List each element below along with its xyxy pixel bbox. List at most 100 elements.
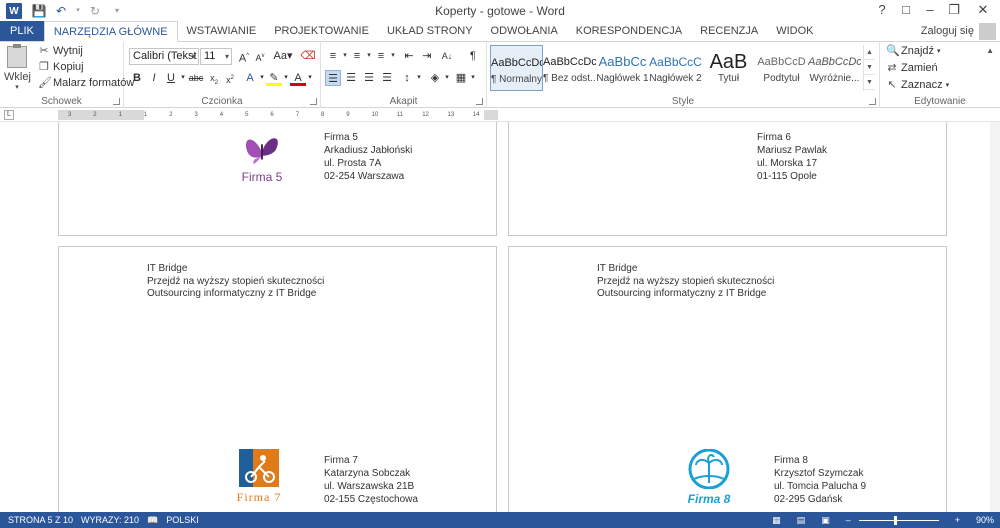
- restore-button[interactable]: ❐: [942, 0, 966, 22]
- styles-launcher-icon[interactable]: [869, 98, 876, 105]
- document-area[interactable]: Firma 5 Firma 5 Arkadiusz Jabłoński ul. …: [0, 122, 1000, 512]
- tab-view[interactable]: WIDOK: [767, 21, 822, 41]
- style-heading-1[interactable]: AaBbCc Nagłówek 1: [596, 45, 649, 91]
- styles-gallery: AaBbCcDc ¶ Normalny AaBbCcDc ¶ Bez odst.…: [490, 45, 877, 93]
- style-normal[interactable]: AaBbCcDc ¶ Normalny: [490, 45, 543, 91]
- pilcrow-icon[interactable]: ¶: [465, 48, 481, 64]
- close-button[interactable]: ✕: [966, 0, 1000, 22]
- clipboard-launcher-icon[interactable]: [113, 98, 120, 105]
- word-count[interactable]: WYRAZY: 210: [81, 515, 139, 525]
- replace-button[interactable]: ⇄ Zamień: [886, 62, 937, 74]
- tab-insert[interactable]: WSTAWIANIE: [178, 21, 266, 41]
- tab-file[interactable]: PLIK: [0, 21, 44, 41]
- copy-button[interactable]: ❐ Kopiuj: [38, 61, 84, 73]
- align-left-icon[interactable]: ☰: [325, 70, 341, 86]
- editing-group-label: Edytowanie: [914, 96, 966, 107]
- language-indicator[interactable]: POLSKI: [166, 515, 199, 525]
- zoom-in-icon[interactable]: +: [955, 515, 960, 525]
- tab-home[interactable]: NARZĘDZIA GŁÓWNE: [43, 21, 178, 42]
- font-color-dropdown-icon[interactable]: ▾: [302, 70, 318, 86]
- save-icon[interactable]: 💾: [30, 3, 48, 19]
- read-mode-icon[interactable]: ▦: [772, 515, 781, 526]
- tab-references[interactable]: ODWOŁANIA: [482, 21, 567, 41]
- justify-icon[interactable]: ☰: [379, 70, 395, 86]
- zoom-out-icon[interactable]: –: [846, 515, 851, 525]
- status-right: ▦ ▤ ▣ – + 90%: [764, 512, 994, 528]
- gallery-up-icon[interactable]: ▲: [864, 45, 875, 60]
- style-subtitle[interactable]: AaBbCcD Podtytuł: [755, 45, 808, 91]
- horizontal-ruler[interactable]: 3 2 1 1 2 3 4 5 6 7 8 9 10 11 12 13 14: [58, 110, 498, 120]
- envelope-card: Firma 6 Mariusz Pawlak ul. Morska 17 01-…: [508, 122, 947, 236]
- style-emphasis[interactable]: AaBbCcDc Wyróżnie...: [808, 45, 861, 91]
- increase-indent-icon[interactable]: ⇥: [419, 48, 435, 64]
- avatar[interactable]: [979, 23, 996, 40]
- subscript-icon[interactable]: x2: [206, 70, 222, 86]
- superscript-icon[interactable]: x2: [222, 70, 238, 86]
- envelope-card: IT Bridge Przejdź na wyższy stopień skut…: [508, 246, 947, 512]
- paste-button[interactable]: Wklej ▾: [4, 44, 31, 91]
- tab-mailings[interactable]: KORESPONDENCJA: [567, 21, 691, 41]
- customize-qat-icon[interactable]: ▾: [108, 3, 126, 19]
- strikethrough-icon[interactable]: abc: [188, 70, 204, 86]
- page-indicator[interactable]: STRONA 5 Z 10: [8, 515, 73, 525]
- collapse-ribbon-icon[interactable]: ▲: [986, 46, 994, 55]
- format-painter-button[interactable]: 🖌 Malarz formatów: [38, 77, 134, 89]
- undo-icon[interactable]: ↶: [52, 3, 70, 19]
- sort-icon[interactable]: A↓: [439, 48, 455, 64]
- zoom-level[interactable]: 90%: [976, 515, 994, 525]
- select-button[interactable]: ↖ Zaznacz ▾: [886, 79, 949, 91]
- proofing-icon[interactable]: 📖: [147, 515, 158, 526]
- ruler-number: 1: [143, 112, 148, 118]
- borders-dropdown-icon[interactable]: ▾: [465, 70, 481, 86]
- gallery-more-icon[interactable]: ▼: [864, 75, 875, 90]
- zoom-slider[interactable]: [858, 515, 939, 525]
- undo-dropdown-icon[interactable]: ▾: [74, 3, 82, 19]
- ruler-number: 10: [371, 112, 379, 118]
- tab-review[interactable]: RECENZJA: [691, 21, 767, 41]
- align-right-icon[interactable]: ☰: [361, 70, 377, 86]
- italic-icon[interactable]: I: [146, 70, 162, 86]
- ruler-number: 7: [295, 112, 300, 118]
- ruler-number: 13: [447, 112, 455, 118]
- decrease-indent-icon[interactable]: ⇤: [401, 48, 417, 64]
- shrink-font-icon[interactable]: Av: [252, 48, 268, 64]
- recipient-address: Firma 5 Arkadiusz Jabłoński ul. Prosta 7…: [324, 132, 413, 182]
- cut-button[interactable]: ✂ Wytnij: [38, 45, 82, 57]
- bold-icon[interactable]: B: [129, 70, 145, 86]
- word-app-icon[interactable]: W: [6, 3, 22, 19]
- tab-layout[interactable]: UKŁAD STRONY: [378, 21, 482, 41]
- print-layout-icon[interactable]: ▤: [797, 515, 806, 526]
- change-case-icon[interactable]: Aa▾: [272, 48, 294, 64]
- tab-selector[interactable]: L: [4, 110, 14, 120]
- firma5-logo: Firma 5: [237, 131, 287, 184]
- help-icon[interactable]: ?: [870, 0, 894, 22]
- font-size-select[interactable]: 11 ▾: [200, 48, 232, 65]
- brush-icon: 🖌: [38, 77, 52, 89]
- minimize-button[interactable]: –: [918, 0, 942, 22]
- find-button[interactable]: 🔍 Znajdź ▾: [886, 45, 941, 57]
- paragraph-launcher-icon[interactable]: [476, 98, 483, 105]
- multilevel-dropdown-icon[interactable]: ▾: [385, 48, 401, 64]
- line-spacing-dropdown-icon[interactable]: ▾: [411, 70, 427, 86]
- ruler-number: 11: [396, 112, 404, 118]
- style-heading-2[interactable]: AaBbCcC Nagłówek 2: [649, 45, 702, 91]
- gallery-down-icon[interactable]: ▼: [864, 60, 875, 75]
- font-group: Calibri (Tekst p ▾ 11 ▾ A^ Av Aa▾ ⌫ B I …: [124, 42, 321, 108]
- align-center-icon[interactable]: ☰: [343, 70, 359, 86]
- ribbon-display-options-icon[interactable]: □: [894, 0, 918, 22]
- tab-design[interactable]: PROJEKTOWANIE: [265, 21, 378, 41]
- font-launcher-icon[interactable]: [310, 98, 317, 105]
- grow-font-icon[interactable]: A^: [236, 48, 252, 65]
- style-no-spacing[interactable]: AaBbCcDc ¶ Bez odst...: [543, 45, 596, 91]
- font-name-select[interactable]: Calibri (Tekst p ▾: [129, 48, 199, 65]
- style-title[interactable]: AaB Tytuł: [702, 45, 755, 91]
- sign-in-link[interactable]: Zaloguj się: [921, 25, 974, 37]
- clear-formatting-icon[interactable]: ⌫: [300, 48, 316, 64]
- redo-icon[interactable]: ↻: [86, 3, 104, 19]
- zoom-slider-thumb[interactable]: [893, 515, 897, 525]
- ruler-number: 5: [245, 112, 249, 118]
- vertical-scrollbar[interactable]: [990, 122, 1000, 512]
- ribbon-tabs: PLIK NARZĘDZIA GŁÓWNE WSTAWIANIE PROJEKT…: [0, 21, 1000, 42]
- web-layout-icon[interactable]: ▣: [821, 515, 830, 526]
- recipient-address: Firma 7 Katarzyna Sobczak ul. Warszawska…: [324, 455, 418, 505]
